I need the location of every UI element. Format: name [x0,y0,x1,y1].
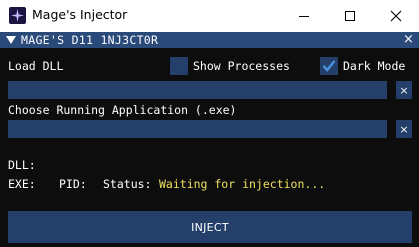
panel-close-icon[interactable]: × [403,32,414,47]
clear-app-button[interactable]: × [396,120,412,138]
checkmark-icon [322,60,336,72]
show-processes-label: Show Processes [193,59,290,73]
exe-info-label: EXE: [8,177,36,191]
status-label: Status: [103,177,152,191]
choose-app-label: Choose Running Application (.exe) [8,103,237,117]
app-path-input[interactable] [8,120,387,138]
dll-path-input[interactable] [8,81,387,99]
status-value: Waiting for injection... [159,177,326,191]
dark-mode-label: Dark Mode [343,59,406,73]
minimize-icon[interactable] [281,0,327,32]
window-title: Mage's Injector [32,7,128,22]
pid-info-label: PID: [59,177,87,191]
maximize-icon[interactable] [327,0,373,32]
dark-mode-checkbox[interactable] [320,57,338,75]
panel-header[interactable]: MAGE'S D11 1NJ3CT0R × [0,32,419,48]
show-processes-checkbox[interactable] [170,57,188,75]
injector-panel: MAGE'S D11 1NJ3CT0R × Load DLL Show Proc… [0,32,419,247]
injector-window: Mage's Injector MAGE'S D11 1NJ3CT0R × Lo… [0,0,419,247]
load-dll-label: Load DLL [8,59,64,73]
dll-info-label: DLL: [8,158,36,172]
collapse-arrow-icon[interactable] [6,36,16,44]
clear-dll-button[interactable]: × [396,81,412,99]
mage-app-icon [9,7,26,24]
inject-button[interactable]: INJECT [8,211,412,243]
window-titlebar[interactable]: Mage's Injector [0,0,419,32]
panel-title: MAGE'S D11 1NJ3CT0R [21,33,159,47]
close-icon[interactable] [373,0,419,32]
